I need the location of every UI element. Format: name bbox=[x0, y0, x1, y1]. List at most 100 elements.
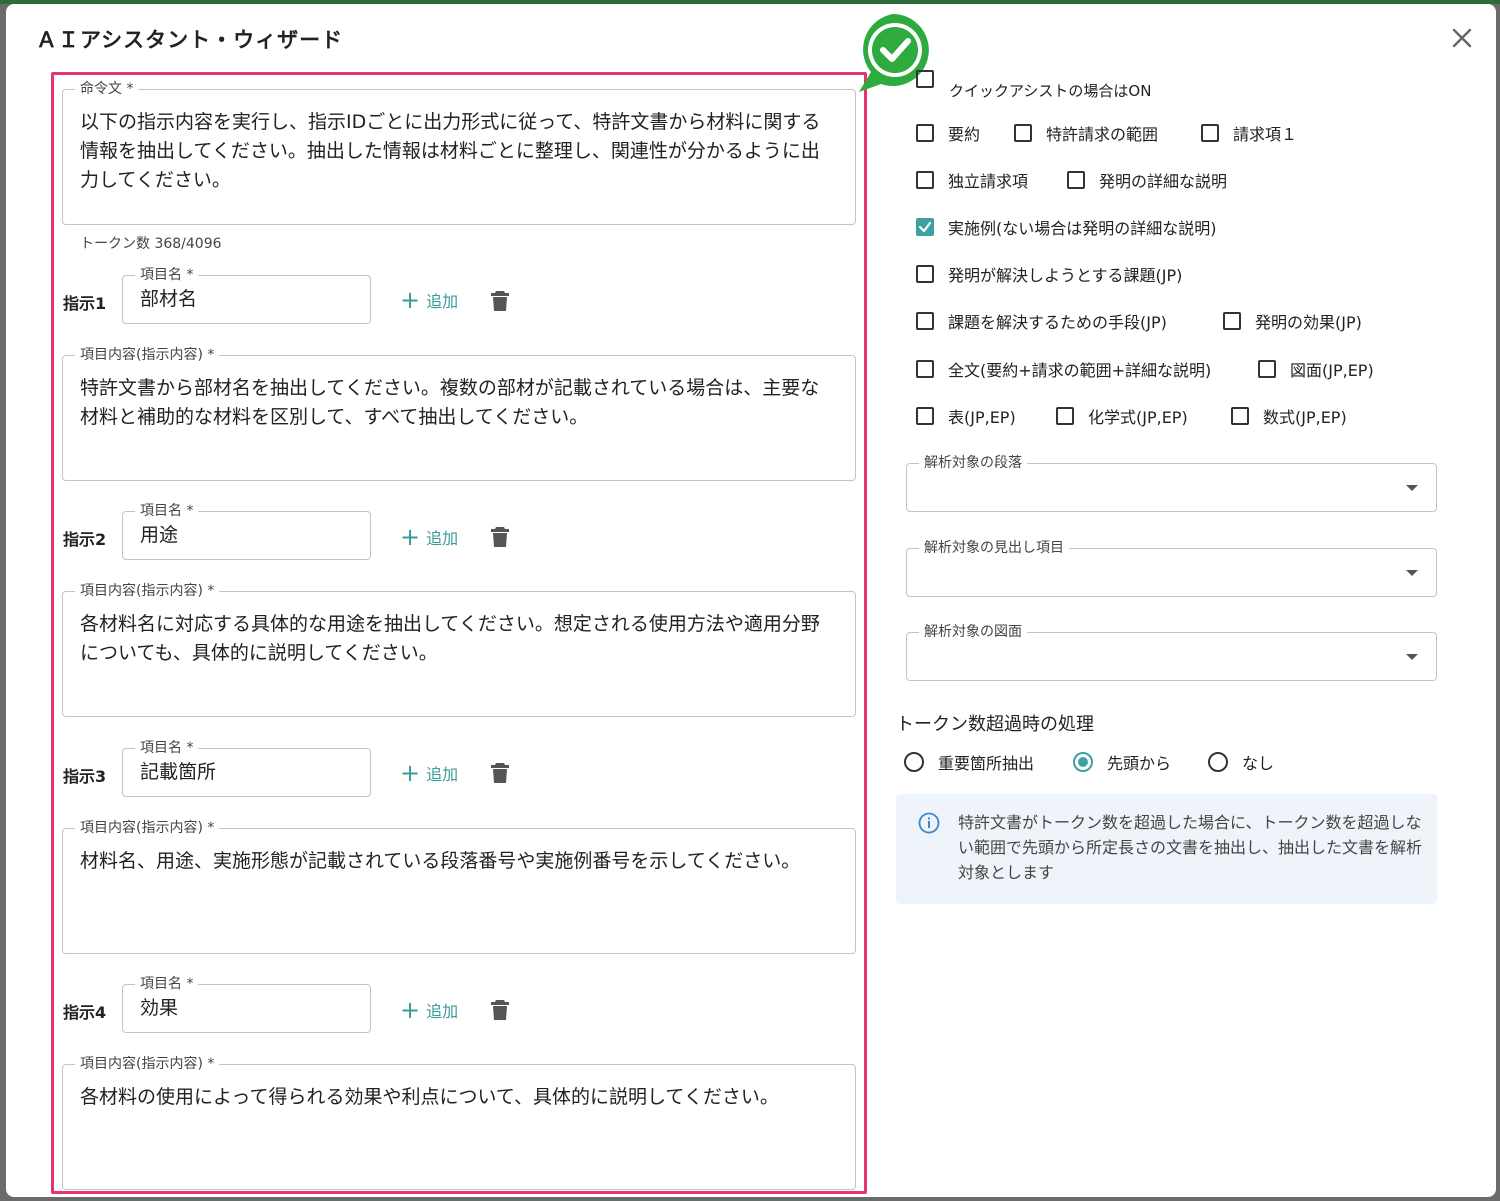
prompt-label: 命令文 * bbox=[75, 80, 139, 98]
figure-select-label: 解析対象の図面 bbox=[919, 623, 1027, 641]
target-option-label: 図面(JP,EP) bbox=[1290, 361, 1374, 380]
checkbox[interactable] bbox=[916, 407, 934, 425]
target-option-label: 独立請求項 bbox=[948, 172, 1029, 191]
add-label: 追加 bbox=[426, 292, 459, 311]
trash-icon[interactable] bbox=[490, 999, 510, 1021]
target-option-label: 化学式(JP,EP) bbox=[1088, 408, 1188, 427]
plus-icon: + bbox=[400, 996, 421, 1024]
checkbox[interactable] bbox=[916, 70, 934, 88]
instruction-content-text: 材料名、用途、実施形態が記載されている段落番号や実施例番号を示してください。 bbox=[80, 850, 801, 872]
checkbox[interactable] bbox=[1231, 407, 1249, 425]
plus-icon: + bbox=[400, 286, 421, 314]
trash-icon[interactable] bbox=[490, 526, 510, 548]
token-count: トークン数 368/4096 bbox=[80, 236, 222, 252]
quick-assist-checkbox-row[interactable] bbox=[916, 70, 934, 88]
ai-assistant-wizard-dialog: ＡＩアシスタント・ウィザード 命令文 * 以下の指示内容を実行し、指示IDごとに… bbox=[6, 4, 1496, 1197]
overflow-option[interactable]: 重要箇所抽出 bbox=[904, 750, 1034, 774]
target-option-label: 特許請求の範囲 bbox=[1046, 125, 1159, 144]
paragraph-select-label: 解析対象の段落 bbox=[919, 454, 1027, 472]
check-icon bbox=[918, 221, 932, 233]
prompt-text: 以下の指示内容を実行し、指示IDごとに出力形式に従って、特許文書から材料に関する… bbox=[80, 111, 821, 191]
overflow-option-label: 重要箇所抽出 bbox=[938, 754, 1035, 773]
target-option[interactable]: 課題を解決するための手段(JP) bbox=[916, 309, 1167, 333]
target-option[interactable]: 発明の効果(JP) bbox=[1223, 309, 1362, 333]
target-option-label: 全文(要約+請求の範囲+詳細な説明) bbox=[948, 361, 1212, 380]
checkbox[interactable] bbox=[916, 360, 934, 378]
instruction-content-text: 各材料名に対応する具体的な用途を抽出してください。想定される使用方法や適用分野に… bbox=[80, 613, 820, 664]
instruction-content-field[interactable]: 項目内容(指示内容) * 各材料の使用によって得られる効果や利点について、具体的… bbox=[62, 1055, 856, 1190]
target-option[interactable]: 発明が解決しようとする課題(JP) bbox=[916, 262, 1182, 286]
info-text: 特許文書がトークン数を超過した場合に、トークン数を超過しない範囲で先頭から所定長… bbox=[958, 813, 1423, 882]
instruction-content-label: 項目内容(指示内容) * bbox=[75, 819, 220, 837]
target-option-label: 実施例(ない場合は発明の詳細な説明) bbox=[948, 219, 1217, 238]
instruction-name-text: 効果 bbox=[140, 997, 179, 1019]
add-label: 追加 bbox=[426, 765, 459, 784]
chevron-down-icon bbox=[1406, 570, 1418, 576]
target-option[interactable]: 請求項１ bbox=[1201, 121, 1297, 145]
checkbox[interactable] bbox=[1201, 124, 1219, 142]
heading-select[interactable]: 解析対象の見出し項目 bbox=[906, 539, 1437, 597]
target-option[interactable]: 全文(要約+請求の範囲+詳細な説明) bbox=[916, 357, 1211, 381]
overflow-option-label: 先頭から bbox=[1107, 754, 1172, 773]
target-option[interactable]: 実施例(ない場合は発明の詳細な説明) bbox=[916, 215, 1217, 239]
overflow-option[interactable]: なし bbox=[1208, 750, 1274, 774]
instruction-content-text: 各材料の使用によって得られる効果や利点について、具体的に説明してください。 bbox=[80, 1086, 779, 1108]
instruction-name-field[interactable]: 項目名 * 部材名 bbox=[122, 266, 371, 324]
target-option[interactable]: 発明の詳細な説明 bbox=[1067, 168, 1227, 192]
target-option[interactable]: 図面(JP,EP) bbox=[1258, 357, 1374, 381]
checkbox[interactable] bbox=[916, 171, 934, 189]
plus-icon: + bbox=[400, 759, 421, 787]
target-option[interactable]: 化学式(JP,EP) bbox=[1056, 404, 1188, 428]
checkbox[interactable] bbox=[1067, 171, 1085, 189]
instruction-name-text: 記載箇所 bbox=[140, 761, 217, 783]
close-button[interactable] bbox=[1444, 20, 1480, 56]
checkbox[interactable] bbox=[916, 265, 934, 283]
target-option-label: 発明の詳細な説明 bbox=[1099, 172, 1228, 191]
target-option[interactable]: 要約 bbox=[916, 121, 980, 145]
add-button[interactable]: + 追加 bbox=[400, 761, 458, 785]
instruction-id: 指示1 bbox=[63, 294, 107, 313]
add-button[interactable]: + 追加 bbox=[400, 998, 458, 1022]
checkbox-checked[interactable] bbox=[916, 218, 934, 236]
trash-icon[interactable] bbox=[490, 290, 510, 312]
instruction-content-field[interactable]: 項目内容(指示内容) * 材料名、用途、実施形態が記載されている段落番号や実施例… bbox=[62, 819, 856, 954]
target-option-label: 発明の効果(JP) bbox=[1255, 313, 1362, 332]
target-option[interactable]: 数式(JP,EP) bbox=[1231, 404, 1347, 428]
checkbox[interactable] bbox=[916, 124, 934, 142]
radio-button[interactable] bbox=[1208, 752, 1228, 772]
checkbox[interactable] bbox=[1014, 124, 1032, 142]
instruction-name-field[interactable]: 項目名 * 記載箇所 bbox=[122, 739, 371, 797]
figure-select[interactable]: 解析対象の図面 bbox=[906, 623, 1437, 681]
target-option-label: 要約 bbox=[948, 125, 981, 144]
instruction-id: 指示2 bbox=[63, 530, 107, 549]
instruction-content-text: 特許文書から部材名を抽出してください。複数の部材が記載されている場合は、主要な材… bbox=[80, 377, 820, 428]
add-button[interactable]: + 追加 bbox=[400, 525, 458, 549]
target-option[interactable]: 特許請求の範囲 bbox=[1014, 121, 1158, 145]
checkbox[interactable] bbox=[916, 312, 934, 330]
instruction-name-field[interactable]: 項目名 * 用途 bbox=[122, 502, 371, 560]
heading-select-label: 解析対象の見出し項目 bbox=[919, 539, 1069, 557]
checkbox[interactable] bbox=[1223, 312, 1241, 330]
overflow-option[interactable]: 先頭から bbox=[1073, 750, 1171, 774]
chevron-down-icon bbox=[1406, 654, 1418, 660]
add-label: 追加 bbox=[426, 1002, 459, 1021]
trash-icon[interactable] bbox=[490, 762, 510, 784]
overflow-option-label: なし bbox=[1242, 754, 1275, 773]
instruction-name-field[interactable]: 項目名 * 効果 bbox=[122, 975, 371, 1033]
checkbox[interactable] bbox=[1258, 360, 1276, 378]
instruction-content-field[interactable]: 項目内容(指示内容) * 各材料名に対応する具体的な用途を抽出してください。想定… bbox=[62, 582, 856, 717]
target-option[interactable]: 独立請求項 bbox=[916, 168, 1028, 192]
instruction-content-label: 項目内容(指示内容) * bbox=[75, 582, 220, 600]
plus-icon: + bbox=[400, 523, 421, 551]
prompt-field[interactable]: 命令文 * 以下の指示内容を実行し、指示IDごとに出力形式に従って、特許文書から… bbox=[62, 80, 856, 225]
radio-button-selected[interactable] bbox=[1073, 752, 1093, 772]
radio-button[interactable] bbox=[904, 752, 924, 772]
add-button[interactable]: + 追加 bbox=[400, 288, 458, 312]
instruction-content-field[interactable]: 項目内容(指示内容) * 特許文書から部材名を抽出してください。複数の部材が記載… bbox=[62, 346, 856, 481]
checkbox[interactable] bbox=[1056, 407, 1074, 425]
target-option-label: 表(JP,EP) bbox=[948, 408, 1016, 427]
instruction-content-label: 項目内容(指示内容) * bbox=[75, 1055, 220, 1073]
paragraph-select[interactable]: 解析対象の段落 bbox=[906, 454, 1437, 512]
target-option[interactable]: 表(JP,EP) bbox=[916, 404, 1016, 428]
instruction-name-label: 項目名 * bbox=[135, 739, 199, 757]
